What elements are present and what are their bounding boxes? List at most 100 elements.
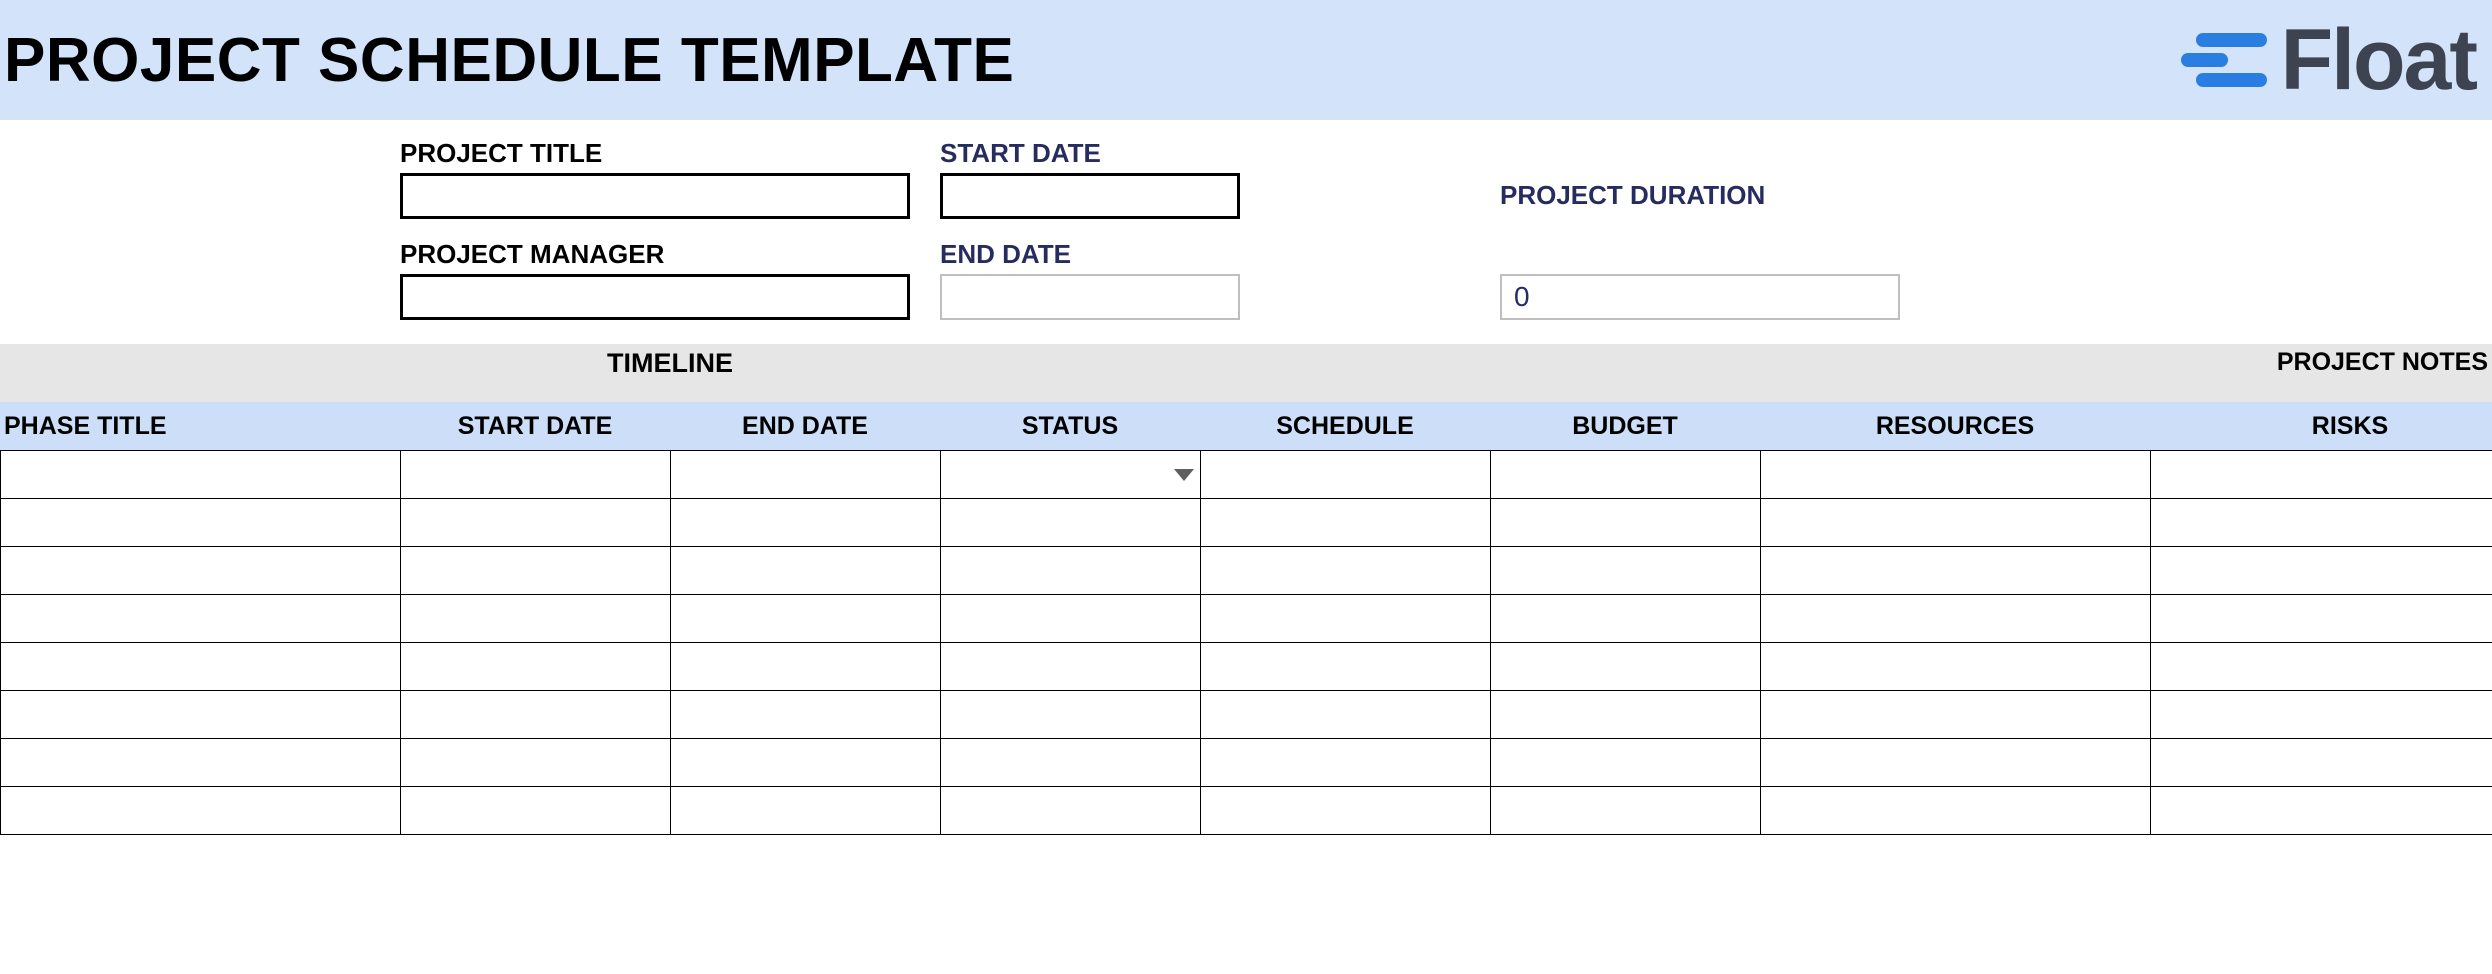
table-row bbox=[1, 595, 2492, 643]
timeline-band-label: TIMELINE bbox=[400, 348, 940, 379]
project-duration-value: 0 bbox=[1500, 274, 1900, 320]
cell-start-date[interactable] bbox=[401, 787, 671, 835]
cell-end-date[interactable] bbox=[671, 739, 941, 787]
table-row bbox=[1, 787, 2492, 835]
cell-status[interactable] bbox=[941, 451, 1201, 499]
cell-end-date[interactable] bbox=[671, 499, 941, 547]
table-row bbox=[1, 499, 2492, 547]
cell-phase-title[interactable] bbox=[1, 451, 401, 499]
col-risks: RISKS bbox=[2150, 412, 2492, 441]
col-end-date: END DATE bbox=[670, 412, 940, 441]
cell-resources[interactable] bbox=[1761, 691, 2151, 739]
cell-start-date[interactable] bbox=[401, 547, 671, 595]
cell-phase-title[interactable] bbox=[1, 643, 401, 691]
project-meta: PROJECT TITLE PROJECT MANAGER START DATE… bbox=[0, 120, 2492, 344]
page-title: PROJECT SCHEDULE TEMPLATE bbox=[0, 25, 1014, 96]
cell-phase-title[interactable] bbox=[1, 499, 401, 547]
cell-schedule[interactable] bbox=[1201, 451, 1491, 499]
band-header: TIMELINE PROJECT NOTES bbox=[0, 344, 2492, 402]
cell-start-date[interactable] bbox=[401, 595, 671, 643]
cell-schedule[interactable] bbox=[1201, 595, 1491, 643]
float-logo-text: Float bbox=[2281, 17, 2476, 103]
cell-status[interactable] bbox=[941, 499, 1201, 547]
cell-risks[interactable] bbox=[2151, 739, 2492, 787]
cell-schedule[interactable] bbox=[1201, 643, 1491, 691]
cell-phase-title[interactable] bbox=[1, 691, 401, 739]
cell-phase-title[interactable] bbox=[1, 547, 401, 595]
cell-end-date[interactable] bbox=[671, 595, 941, 643]
cell-end-date[interactable] bbox=[671, 451, 941, 499]
cell-resources[interactable] bbox=[1761, 547, 2151, 595]
project-title-input[interactable] bbox=[400, 173, 910, 219]
col-status: STATUS bbox=[940, 412, 1200, 441]
cell-resources[interactable] bbox=[1761, 643, 2151, 691]
start-date-input[interactable] bbox=[940, 173, 1240, 219]
cell-status[interactable] bbox=[941, 691, 1201, 739]
cell-start-date[interactable] bbox=[401, 643, 671, 691]
cell-budget[interactable] bbox=[1491, 691, 1761, 739]
cell-budget[interactable] bbox=[1491, 787, 1761, 835]
cell-risks[interactable] bbox=[2151, 643, 2492, 691]
cell-budget[interactable] bbox=[1491, 547, 1761, 595]
col-phase-title: PHASE TITLE bbox=[0, 412, 400, 441]
cell-end-date[interactable] bbox=[671, 691, 941, 739]
cell-start-date[interactable] bbox=[401, 451, 671, 499]
col-start-date: START DATE bbox=[400, 412, 670, 441]
cell-status[interactable] bbox=[941, 787, 1201, 835]
cell-resources[interactable] bbox=[1761, 499, 2151, 547]
cell-schedule[interactable] bbox=[1201, 787, 1491, 835]
cell-schedule[interactable] bbox=[1201, 691, 1491, 739]
end-date-label: END DATE bbox=[940, 239, 1470, 270]
cell-phase-title[interactable] bbox=[1, 595, 401, 643]
cell-status[interactable] bbox=[941, 739, 1201, 787]
table-row bbox=[1, 547, 2492, 595]
cell-status[interactable] bbox=[941, 547, 1201, 595]
cell-budget[interactable] bbox=[1491, 739, 1761, 787]
start-date-label: START DATE bbox=[940, 138, 1470, 169]
cell-end-date[interactable] bbox=[671, 547, 941, 595]
table-row bbox=[1, 451, 2492, 499]
project-manager-label: PROJECT MANAGER bbox=[400, 239, 910, 270]
cell-risks[interactable] bbox=[2151, 499, 2492, 547]
cell-risks[interactable] bbox=[2151, 547, 2492, 595]
cell-status[interactable] bbox=[941, 643, 1201, 691]
table-row bbox=[1, 739, 2492, 787]
cell-start-date[interactable] bbox=[401, 691, 671, 739]
cell-risks[interactable] bbox=[2151, 595, 2492, 643]
float-logo: Float bbox=[2181, 17, 2476, 103]
cell-risks[interactable] bbox=[2151, 787, 2492, 835]
cell-resources[interactable] bbox=[1761, 739, 2151, 787]
cell-end-date[interactable] bbox=[671, 643, 941, 691]
project-duration-label: PROJECT DURATION bbox=[1500, 180, 1990, 211]
table-row bbox=[1, 691, 2492, 739]
cell-budget[interactable] bbox=[1491, 595, 1761, 643]
cell-budget[interactable] bbox=[1491, 643, 1761, 691]
table-row bbox=[1, 643, 2492, 691]
cell-schedule[interactable] bbox=[1201, 739, 1491, 787]
cell-end-date[interactable] bbox=[671, 787, 941, 835]
cell-phase-title[interactable] bbox=[1, 739, 401, 787]
cell-start-date[interactable] bbox=[401, 499, 671, 547]
project-manager-input[interactable] bbox=[400, 274, 910, 320]
cell-risks[interactable] bbox=[2151, 451, 2492, 499]
float-logo-icon bbox=[2181, 33, 2267, 87]
phase-table bbox=[0, 450, 2492, 835]
cell-resources[interactable] bbox=[1761, 595, 2151, 643]
cell-resources[interactable] bbox=[1761, 787, 2151, 835]
col-schedule: SCHEDULE bbox=[1200, 412, 1490, 441]
cell-resources[interactable] bbox=[1761, 451, 2151, 499]
col-resources: RESOURCES bbox=[1760, 412, 2150, 441]
cell-schedule[interactable] bbox=[1201, 499, 1491, 547]
chevron-down-icon[interactable] bbox=[1174, 469, 1194, 481]
cell-phase-title[interactable] bbox=[1, 787, 401, 835]
project-title-label: PROJECT TITLE bbox=[400, 138, 910, 169]
cell-schedule[interactable] bbox=[1201, 547, 1491, 595]
end-date-input[interactable] bbox=[940, 274, 1240, 320]
cell-budget[interactable] bbox=[1491, 499, 1761, 547]
cell-risks[interactable] bbox=[2151, 691, 2492, 739]
col-budget: BUDGET bbox=[1490, 412, 1760, 441]
title-bar: PROJECT SCHEDULE TEMPLATE Float bbox=[0, 0, 2492, 120]
cell-status[interactable] bbox=[941, 595, 1201, 643]
cell-start-date[interactable] bbox=[401, 739, 671, 787]
cell-budget[interactable] bbox=[1491, 451, 1761, 499]
